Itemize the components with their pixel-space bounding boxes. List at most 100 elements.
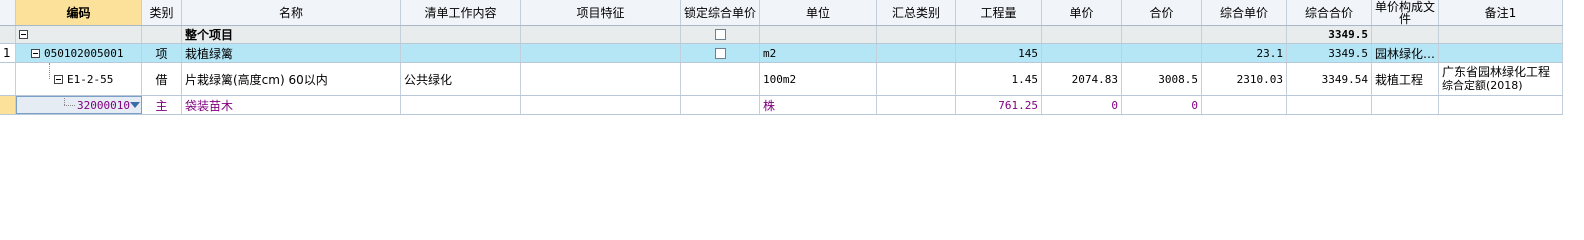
header-lock-price[interactable]: 锁定综合单价 <box>681 0 760 25</box>
features-cell[interactable] <box>521 96 681 114</box>
comp-price-cell[interactable]: 23.1 <box>1202 44 1287 62</box>
qty-cell[interactable]: 145 <box>956 44 1042 62</box>
type-cell[interactable]: 主 <box>142 96 182 114</box>
features-cell[interactable] <box>521 44 681 62</box>
lock-cell[interactable] <box>681 44 760 62</box>
code-cell[interactable]: 050102005001 <box>16 44 142 62</box>
code-cell[interactable] <box>16 26 142 43</box>
header-total-price[interactable]: 合价 <box>1122 0 1202 25</box>
summary-type-cell[interactable] <box>877 44 956 62</box>
budget-grid: 编码 类别 名称 清单工作内容 项目特征 锁定综合单价 单位 汇总类别 工程量 … <box>0 0 1563 115</box>
unit-cell[interactable]: 株 <box>760 96 877 114</box>
lock-price-checkbox[interactable] <box>714 47 726 59</box>
summary-type-cell[interactable] <box>877 26 956 43</box>
tree-line <box>49 63 50 79</box>
features-cell[interactable] <box>521 26 681 43</box>
price-cell[interactable]: 2074.83 <box>1042 63 1122 95</box>
quota-row[interactable]: E1-2-55 借 片栽绿篱(高度cm) 60以内 公共绿化 100m2 1.4… <box>0 63 1563 96</box>
features-cell[interactable] <box>521 63 681 95</box>
header-comp-unit-price[interactable]: 综合单价 <box>1202 0 1287 25</box>
name-cell[interactable]: 袋装苗木 <box>182 96 401 114</box>
header-price-file[interactable]: 单价构成文件 <box>1372 0 1439 25</box>
collapse-icon[interactable] <box>31 48 40 58</box>
tree-line <box>64 97 65 105</box>
qty-cell[interactable] <box>956 26 1042 43</box>
note-line: 综合定额(2018) <box>1442 79 1523 92</box>
lock-price-checkbox[interactable] <box>714 29 726 40</box>
dropdown-arrow-icon[interactable] <box>129 102 140 108</box>
grid-header: 编码 类别 名称 清单工作内容 项目特征 锁定综合单价 单位 汇总类别 工程量 … <box>0 0 1563 26</box>
tree-line <box>64 105 75 106</box>
comp-total-cell[interactable]: 3349.5 <box>1287 44 1372 62</box>
type-cell[interactable] <box>142 26 182 43</box>
header-unit-price[interactable]: 单价 <box>1042 0 1122 25</box>
rownum-cell: 1 <box>0 44 16 62</box>
name-cell[interactable]: 整个项目 <box>182 26 401 43</box>
code-text: E1-2-55 <box>67 72 114 86</box>
comp-price-cell[interactable]: 2310.03 <box>1202 63 1287 95</box>
lock-cell[interactable] <box>681 63 760 95</box>
rownum-cell <box>0 63 16 95</box>
unit-cell[interactable]: 100m2 <box>760 63 877 95</box>
name-cell[interactable]: 片栽绿篱(高度cm) 60以内 <box>182 63 401 95</box>
note-cell[interactable] <box>1439 26 1563 43</box>
collapse-icon[interactable] <box>19 30 28 39</box>
header-name[interactable]: 名称 <box>182 0 401 25</box>
rownum-cell <box>0 26 16 43</box>
price-file-cell[interactable] <box>1372 96 1439 114</box>
price-cell[interactable]: 0 <box>1042 96 1122 114</box>
unit-cell[interactable]: m2 <box>760 44 877 62</box>
price-cell[interactable] <box>1042 44 1122 62</box>
comp-price-cell[interactable] <box>1202 96 1287 114</box>
note-line: 广东省园林绿化工程 <box>1442 65 1551 79</box>
total-cell[interactable]: 3008.5 <box>1122 63 1202 95</box>
summary-row[interactable]: 整个项目 3349.5 <box>0 26 1563 44</box>
lock-cell[interactable] <box>681 26 760 43</box>
note-cell[interactable] <box>1439 44 1563 62</box>
header-unit[interactable]: 单位 <box>760 0 877 25</box>
lock-cell[interactable] <box>681 96 760 114</box>
collapse-icon[interactable] <box>54 74 63 84</box>
note-cell[interactable] <box>1439 96 1563 114</box>
comp-total-cell[interactable]: 3349.54 <box>1287 63 1372 95</box>
work-cell[interactable] <box>401 96 521 114</box>
header-comp-total[interactable]: 综合合价 <box>1287 0 1372 25</box>
name-cell[interactable]: 栽植绿篱 <box>182 44 401 62</box>
material-row[interactable]: 32000010 主 袋装苗木 株 761.25 0 0 <box>0 96 1563 115</box>
price-file-cell[interactable]: 栽植工程 <box>1372 63 1439 95</box>
work-cell[interactable] <box>401 26 521 43</box>
bill-item-row[interactable]: 1 050102005001 项 栽植绿篱 m2 145 23.1 3349.5… <box>0 44 1563 63</box>
unit-cell[interactable] <box>760 26 877 43</box>
total-cell[interactable] <box>1122 44 1202 62</box>
header-rownum <box>0 0 16 25</box>
summary-type-cell[interactable] <box>877 96 956 114</box>
code-text: 050102005001 <box>44 46 124 60</box>
code-cell[interactable]: E1-2-55 <box>16 63 142 95</box>
rownum-cell <box>0 96 16 114</box>
type-cell[interactable]: 项 <box>142 44 182 62</box>
work-cell[interactable] <box>401 44 521 62</box>
comp-price-cell[interactable] <box>1202 26 1287 43</box>
price-file-cell[interactable]: 园林绿化… <box>1372 44 1439 62</box>
comp-total-cell[interactable]: 3349.5 <box>1287 26 1372 43</box>
type-cell[interactable]: 借 <box>142 63 182 95</box>
header-summary-type[interactable]: 汇总类别 <box>877 0 956 25</box>
price-cell[interactable] <box>1042 26 1122 43</box>
qty-cell[interactable]: 761.25 <box>956 96 1042 114</box>
header-code[interactable]: 编码 <box>16 0 142 25</box>
work-cell[interactable]: 公共绿化 <box>401 63 521 95</box>
code-cell[interactable]: 32000010 <box>16 96 142 114</box>
qty-cell[interactable]: 1.45 <box>956 63 1042 95</box>
code-text: 32000010 <box>77 98 130 112</box>
header-work-content[interactable]: 清单工作内容 <box>401 0 521 25</box>
header-quantity[interactable]: 工程量 <box>956 0 1042 25</box>
header-type[interactable]: 类别 <box>142 0 182 25</box>
comp-total-cell[interactable] <box>1287 96 1372 114</box>
total-cell[interactable]: 0 <box>1122 96 1202 114</box>
note-cell[interactable]: 广东省园林绿化工程 综合定额(2018) <box>1439 63 1563 95</box>
total-cell[interactable] <box>1122 26 1202 43</box>
header-note[interactable]: 备注1 <box>1439 0 1563 25</box>
summary-type-cell[interactable] <box>877 63 956 95</box>
header-features[interactable]: 项目特征 <box>521 0 681 25</box>
price-file-cell[interactable] <box>1372 26 1439 43</box>
